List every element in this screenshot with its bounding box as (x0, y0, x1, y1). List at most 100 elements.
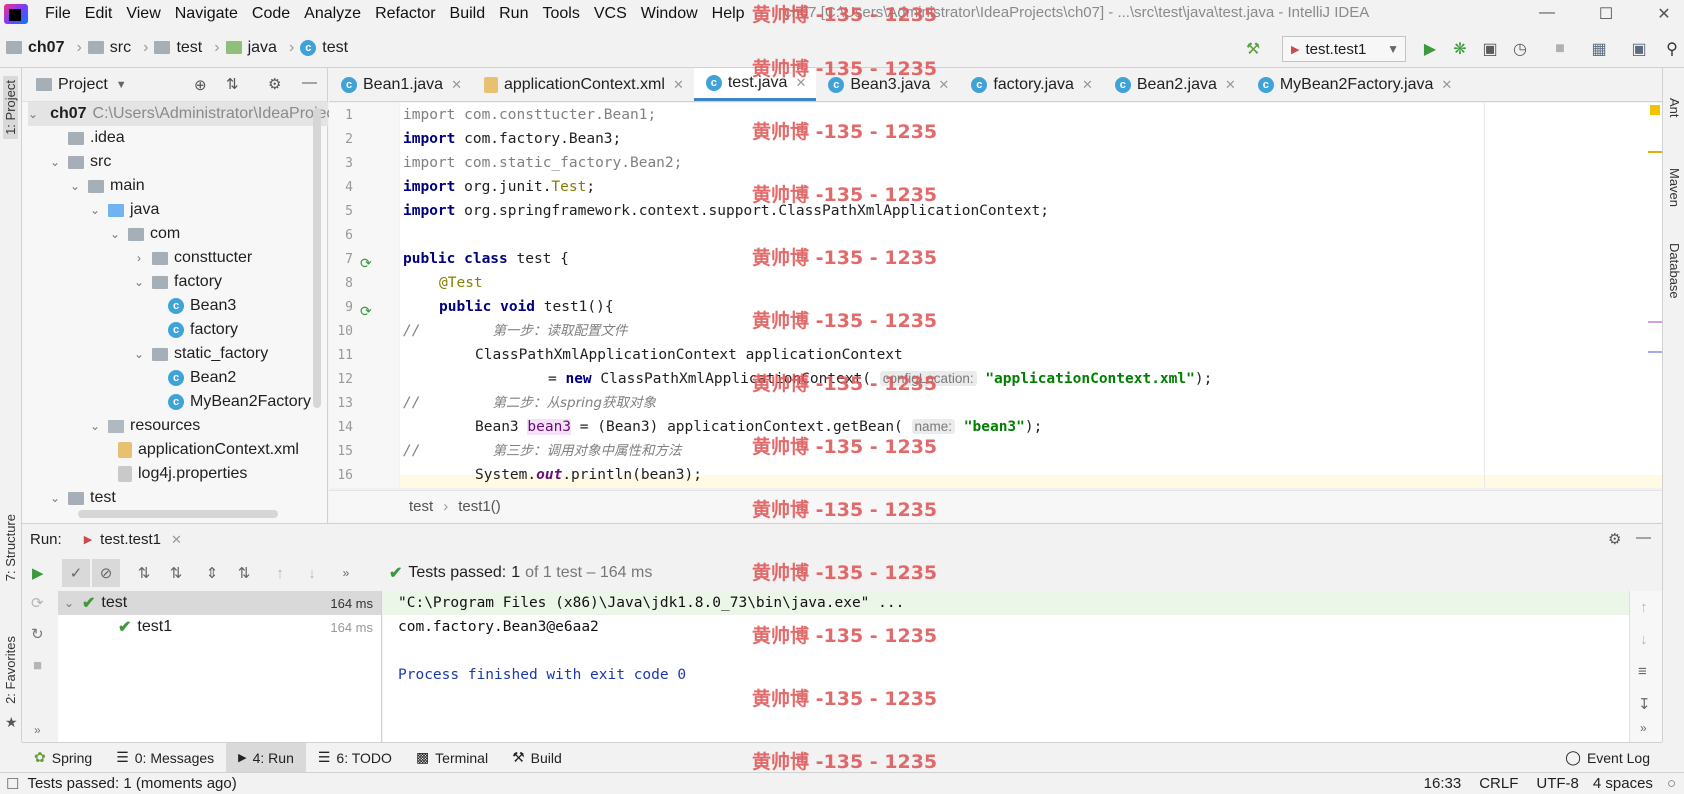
more-icon[interactable]: » (1640, 721, 1647, 735)
toggle-auto-test-icon[interactable]: ↻ (31, 625, 44, 643)
tab-project[interactable]: 1: Project (3, 76, 18, 139)
error-stripe-mark[interactable] (1648, 321, 1662, 323)
menu-window[interactable]: Window (634, 5, 705, 23)
minimize-icon[interactable]: — (1537, 4, 1557, 22)
collapse-all-icon[interactable]: ⇅ (230, 559, 258, 587)
tree-item[interactable]: c MyBean2Factory (168, 390, 311, 414)
menu-code[interactable]: Code (245, 5, 297, 23)
tree-item[interactable]: ⌄ java (88, 198, 159, 222)
breadcrumb-project[interactable]: ch07 (6, 39, 64, 57)
tree-item[interactable]: c factory (168, 318, 238, 342)
tab-run[interactable]: ▶ 4: Run (226, 742, 306, 773)
file-encoding[interactable]: UTF-8 (1536, 775, 1579, 792)
error-stripe-mark[interactable] (1648, 351, 1662, 353)
run-gutter-icon[interactable]: ⟳ (360, 303, 372, 320)
rerun-icon[interactable]: ▶ (32, 564, 44, 582)
tab-mybean2factory[interactable]: c MyBean2Factory.java ✕ (1246, 68, 1462, 101)
tab-build[interactable]: ⚒ Build (500, 743, 574, 773)
tree-item[interactable]: log4j.properties (118, 462, 247, 486)
close-tab-icon[interactable]: ✕ (1082, 77, 1093, 93)
tab-factory[interactable]: c factory.java ✕ (959, 68, 1103, 101)
menu-view[interactable]: View (119, 5, 167, 23)
caret-position[interactable]: 16:33 (1424, 775, 1462, 792)
test-tree-row[interactable]: ✔ test1 164 ms (58, 615, 381, 639)
stop-icon[interactable]: ■ (1551, 40, 1569, 58)
collapse-all-icon[interactable]: ⇅ (226, 75, 239, 93)
tab-bean2[interactable]: c Bean2.java ✕ (1103, 68, 1246, 101)
sort-duration-icon[interactable]: ⇅ (162, 559, 190, 587)
breadcrumb-java[interactable]: › java (208, 39, 277, 57)
show-passed-icon[interactable]: ✓ (62, 559, 90, 587)
line-separator[interactable]: CRLF (1479, 775, 1518, 792)
tree-item[interactable]: ⌄ main (68, 174, 145, 198)
rerun-failed-icon[interactable]: ⟳ (31, 594, 44, 612)
indent-setting[interactable]: 4 spaces (1593, 775, 1653, 792)
coverage-icon[interactable]: ▣ (1481, 40, 1499, 58)
lock-icon[interactable]: ○ (1667, 775, 1676, 792)
run-gutter-icon[interactable]: ⟳ (360, 255, 372, 272)
tab-ant[interactable]: Ant (1667, 98, 1682, 118)
tree-item[interactable]: ⌄ factory (132, 270, 222, 294)
breadcrumb-class[interactable]: › c test (283, 39, 348, 57)
tree-item[interactable]: applicationContext.xml (118, 438, 299, 462)
scrollbar[interactable] (313, 108, 321, 408)
menu-vcs[interactable]: VCS (587, 5, 634, 23)
horizontal-scrollbar[interactable] (78, 510, 278, 518)
stop-icon[interactable]: ■ (33, 657, 42, 674)
tab-terminal[interactable]: ▩ Terminal (404, 743, 500, 773)
close-tab-icon[interactable]: ✕ (938, 77, 949, 93)
close-tab-icon[interactable]: ✕ (451, 77, 462, 93)
tab-application-context[interactable]: applicationContext.xml ✕ (472, 68, 694, 101)
tab-test[interactable]: c test.java ✕ (693, 68, 817, 101)
breadcrumb-test[interactable]: › test (137, 39, 202, 57)
show-ignored-icon[interactable]: ⊘ (92, 559, 120, 587)
tree-item[interactable]: ⌄ src (48, 150, 111, 174)
tree-item[interactable]: c Bean3 (168, 294, 236, 318)
chevron-down-icon[interactable]: ▼ (116, 79, 127, 91)
menu-refactor[interactable]: Refactor (368, 5, 442, 23)
menu-analyze[interactable]: Analyze (297, 5, 368, 23)
soft-wrap-icon[interactable]: ≡ (1638, 663, 1647, 680)
tab-favorites[interactable]: 2: Favorites (3, 636, 18, 704)
expand-all-icon[interactable]: ⇕ (198, 559, 226, 587)
error-stripe-mark[interactable] (1648, 151, 1662, 153)
next-icon[interactable]: ↓ (298, 559, 326, 587)
more-icon[interactable]: » (34, 723, 41, 737)
previous-icon[interactable]: ↑ (266, 559, 294, 587)
tab-bean1[interactable]: c Bean1.java ✕ (329, 68, 472, 101)
project-structure-icon[interactable]: ▦ (1590, 40, 1608, 58)
close-tab-icon[interactable]: ✕ (1441, 77, 1452, 93)
gear-icon[interactable]: ⚙ (1608, 530, 1621, 548)
tab-messages[interactable]: ☰ 0: Messages (104, 743, 226, 773)
arrow-down-icon[interactable]: ↓ (1640, 631, 1648, 648)
breadcrumb-src[interactable]: › src (70, 39, 131, 57)
run-config-selector[interactable]: ▶ test.test1 ▼ (1282, 36, 1406, 62)
close-icon[interactable]: ✕ (1654, 4, 1674, 23)
menu-navigate[interactable]: Navigate (168, 5, 245, 23)
menu-help[interactable]: Help (705, 5, 752, 23)
event-log-button[interactable]: ◯ Event Log (1553, 743, 1662, 773)
run-tab-label[interactable]: test.test1 (100, 531, 161, 548)
tree-item[interactable]: ⌄ ch07 C:\Users\Administrator\IdeaProjec (28, 102, 334, 126)
menu-file[interactable]: File (38, 5, 78, 23)
tab-structure[interactable]: 7: Structure (3, 514, 18, 581)
code-editor[interactable]: import com.consttucter.Bean1; import com… (400, 103, 1662, 488)
tree-item[interactable]: c Bean2 (168, 366, 236, 390)
test-tree-row[interactable]: ⌄ ✔ test 164 ms (58, 591, 381, 615)
run-icon[interactable]: ▶ (1421, 40, 1439, 58)
menu-build[interactable]: Build (443, 5, 493, 23)
locate-icon[interactable]: ⊕ (194, 76, 207, 94)
editor-breadcrumb-method[interactable]: test1() (458, 498, 501, 515)
scroll-to-end-icon[interactable]: ↧ (1638, 695, 1651, 713)
tree-item[interactable]: ⌄ com (108, 222, 180, 246)
editor-breadcrumb-class[interactable]: test (409, 498, 433, 515)
gear-icon[interactable]: ⚙ (268, 75, 281, 93)
warning-marker-icon[interactable] (1650, 105, 1660, 115)
arrow-up-icon[interactable]: ↑ (1640, 599, 1648, 616)
hammer-build-icon[interactable]: ⚒ (1244, 40, 1262, 58)
tree-item[interactable]: .idea (48, 126, 125, 150)
tab-maven[interactable]: Maven (1667, 168, 1682, 207)
profile-icon[interactable]: ◷ (1511, 40, 1529, 58)
tree-item[interactable]: ⌄ resources (88, 414, 200, 438)
tree-item[interactable]: › consttucter (132, 246, 252, 270)
